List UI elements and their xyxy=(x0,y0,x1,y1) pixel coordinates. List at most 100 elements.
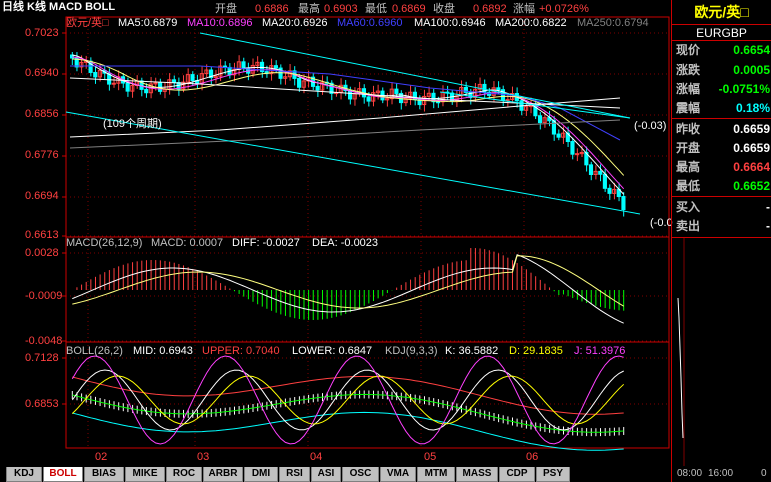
boll-name: BOLL(26,2) xyxy=(66,345,123,357)
boll-mid: MID: 0.6943 xyxy=(133,345,193,357)
boll-lower: LOWER: 0.6847 xyxy=(292,345,373,357)
boll-tick-2: 0.6853 xyxy=(25,398,59,410)
tab-asi[interactable]: ASI xyxy=(311,467,341,482)
tab-osc[interactable]: OSC xyxy=(342,467,379,482)
tab-vma[interactable]: VMA xyxy=(380,467,416,482)
quote-high-label: 最高 xyxy=(298,3,320,15)
candle-body xyxy=(556,133,561,138)
ma250-legend: MA250:0.6794 xyxy=(577,17,649,29)
tab-arbr[interactable]: ARBR xyxy=(203,467,243,482)
side-row-low: 最低 0.6652 xyxy=(676,179,770,193)
candle-body xyxy=(505,99,510,102)
candle-body xyxy=(315,85,320,91)
side-symbol-title: 欧元/英□ xyxy=(694,4,749,20)
intraday-time-end: 16:00 xyxy=(708,468,734,479)
tab-mike[interactable]: MIKE xyxy=(125,467,165,482)
macd-value: MACD: 0.0007 xyxy=(151,237,224,249)
boll-tick-1: 0.7128 xyxy=(25,352,59,364)
tab-dmi[interactable]: DMI xyxy=(244,467,278,482)
kdj-k-line xyxy=(71,369,624,431)
quote-open-label: 开盘 xyxy=(215,3,237,15)
quote-change-value: +0.0726% xyxy=(539,3,589,15)
candle-body xyxy=(171,79,177,84)
side-row-buy: 买入 - xyxy=(676,200,770,214)
price-tick-4: 0.6776 xyxy=(25,149,59,161)
candle-body xyxy=(537,115,543,124)
intraday-minichart xyxy=(677,238,685,466)
macd-legend: MACD(26,12,9) MACD: 0.0007 DIFF: -0.0027… xyxy=(66,237,666,250)
tab-bias[interactable]: BIAS xyxy=(84,467,124,482)
boll-lower-line xyxy=(72,411,624,451)
kdj-name: KDJ(9,3,3) xyxy=(385,345,438,357)
trendline-label-1: (-0.03) xyxy=(634,120,667,132)
intraday-time-start: 08:00 xyxy=(677,468,703,479)
candle-body xyxy=(190,74,195,81)
candle-body xyxy=(575,153,580,156)
chart-canvas xyxy=(62,16,670,451)
boll-panel[interactable] xyxy=(71,355,625,451)
candle-body xyxy=(144,88,149,94)
kdj-j-line xyxy=(71,355,624,445)
tab-rsi[interactable]: RSI xyxy=(279,467,310,482)
candle-body xyxy=(598,170,603,175)
candle-body xyxy=(588,164,594,176)
ma10-legend: MA10:0.6896 xyxy=(187,17,253,29)
intraday-time-cut: 0 xyxy=(761,468,767,479)
candle-body xyxy=(436,101,441,104)
x-tick-03: 03 xyxy=(197,451,210,463)
kdj-j: J: 51.3976 xyxy=(574,345,626,357)
quote-close-label: 收盘 xyxy=(433,3,455,15)
price-tick-3: 0.6856 xyxy=(25,108,59,120)
side-divider-2 xyxy=(672,196,771,197)
candle-body xyxy=(570,141,575,155)
macd-panel[interactable] xyxy=(72,248,625,324)
macd-name: MACD(26,12,9) xyxy=(66,237,143,249)
tab-roc[interactable]: ROC xyxy=(166,467,202,482)
quote-change-label: 涨幅 xyxy=(513,3,535,15)
side-row-amplitude: 震幅 0.18% xyxy=(676,101,770,115)
x-tick-05: 05 xyxy=(424,451,437,463)
kdj-d-line xyxy=(71,375,625,425)
chart-title: 日线 K线 MACD BOLL xyxy=(2,1,116,13)
ma200-legend: MA200:0.6822 xyxy=(495,17,567,29)
candle-body xyxy=(621,196,626,211)
kdj-k: K: 36.5882 xyxy=(445,345,499,357)
candle-body xyxy=(496,87,501,91)
candle-body xyxy=(366,96,371,102)
diff-line xyxy=(72,254,624,324)
candle-body xyxy=(273,65,279,69)
quote-close-value: 0.6892 xyxy=(473,3,507,15)
candle-body xyxy=(93,71,98,78)
boll-legend: BOLL(26,2) MID: 0.6943 UPPER: 0.7040 LOW… xyxy=(66,345,666,358)
macd-tick-1: 0.0028 xyxy=(25,247,59,259)
tab-mtm[interactable]: MTM xyxy=(417,467,455,482)
price-tick-6: 0.6613 xyxy=(25,229,59,241)
ma5-legend: MA5:0.6879 xyxy=(118,17,178,29)
quote-open-value: 0.6886 xyxy=(255,3,289,15)
dea-value: DEA: -0.0023 xyxy=(312,237,379,249)
quote-side-panel: 欧元/英□ EURGBP 现价 0.6654 涨跌 0.0005 涨幅 -0.0751… xyxy=(671,0,771,482)
tab-boll[interactable]: BOLL xyxy=(43,467,83,482)
ma-legend: 欧元/英□ MA5:0.6879 MA10:0.6896 MA20:0.6926… xyxy=(66,17,671,30)
trading-terminal: 日线 K线 MACD BOLL 开盘 0.6886 最高 0.6903 最低 0… xyxy=(0,0,771,482)
tab-kdj[interactable]: KDJ xyxy=(6,467,42,482)
side-row-change-pct: 涨幅 -0.0751% xyxy=(676,82,770,96)
price-tick-5: 0.6694 xyxy=(25,190,59,202)
side-row-open: 开盘 0.6659 xyxy=(676,141,770,155)
tab-mass[interactable]: MASS xyxy=(456,467,498,482)
side-row-sell: 卖出 - xyxy=(676,219,770,233)
side-symbol-code: EURGBP xyxy=(672,24,771,41)
side-divider xyxy=(672,118,771,119)
candle-body xyxy=(241,61,246,69)
tab-psy[interactable]: PSY xyxy=(536,467,570,482)
quote-low-value: 0.6869 xyxy=(392,3,426,15)
trendline-label-2: (-0.0 xyxy=(650,217,673,229)
price-tick-2: 0.6940 xyxy=(25,67,59,79)
x-tick-04: 04 xyxy=(310,451,323,463)
boll-upper: UPPER: 0.7040 xyxy=(202,345,280,357)
x-tick-06: 06 xyxy=(526,451,539,463)
diff-value: DIFF: -0.0027 xyxy=(232,237,300,249)
quote-high-value: 0.6903 xyxy=(324,3,358,15)
side-row-high: 最高 0.6664 xyxy=(676,160,770,174)
tab-cdp[interactable]: CDP xyxy=(499,467,535,482)
